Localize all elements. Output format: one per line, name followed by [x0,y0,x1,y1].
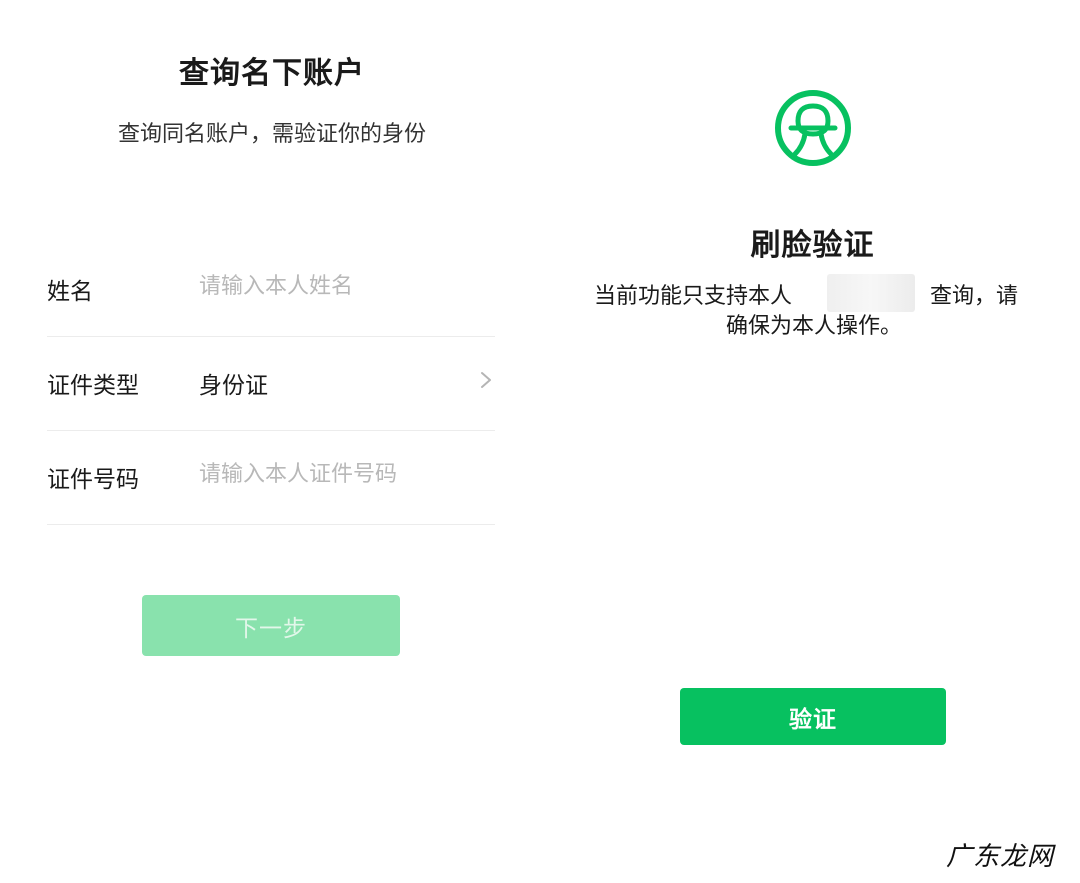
notice-text-line2: 确保为本人操作。 [725,314,902,339]
id-number-label: 证件号码 [47,467,139,493]
page-subtitle: 查询同名账户，需验证你的身份 [117,122,426,147]
id-number-row: 证件号码 [47,430,495,525]
id-number-input[interactable] [199,454,469,494]
id-type-row[interactable]: 证件类型 身份证 [47,336,495,431]
id-type-label: 证件类型 [47,373,139,399]
name-row: 姓名 [47,242,495,337]
face-verify-title: 刷脸验证 [750,228,875,263]
verify-notice: 当前功能只支持本人 查询，请 确保为本人操作。 [594,274,1034,342]
redacted-name-block [827,274,915,312]
notice-text-part1: 当前功能只支持本人 [594,284,793,309]
face-verification-logo-icon [775,90,851,166]
notice-text-part2: 查询，请 [930,284,1019,309]
name-label: 姓名 [47,279,93,305]
verify-button[interactable]: 验证 [680,688,946,745]
page-title: 查询名下账户 [179,56,365,91]
next-step-button[interactable]: 下一步 [142,595,400,656]
name-input[interactable] [199,266,469,306]
screenshot-stage: 查询名下账户 查询同名账户，需验证你的身份 姓名 证件类型 身份证 证件号码 下… [0,0,1080,883]
watermark-text: 广东龙网 [946,842,1055,872]
chevron-right-icon [481,372,491,388]
id-type-value: 身份证 [199,373,268,399]
